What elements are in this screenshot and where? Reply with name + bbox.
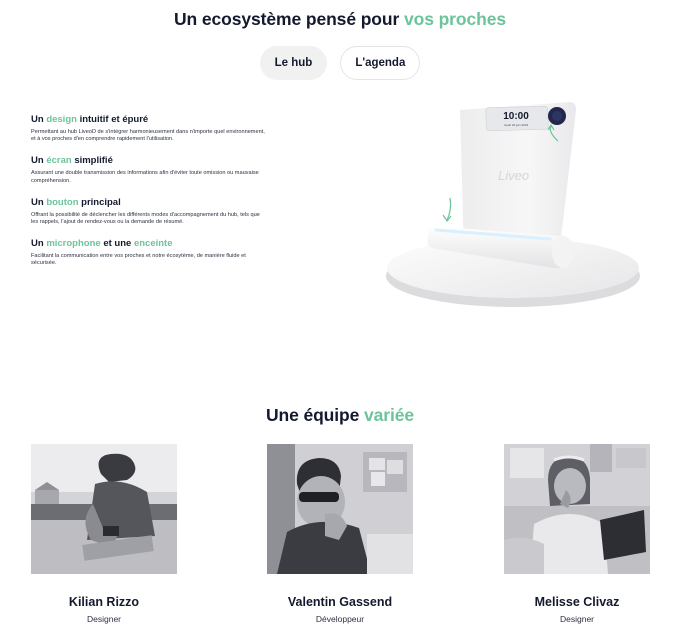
feature-audio: Un microphone et une enceinte Facilitant… bbox=[31, 238, 267, 267]
team-title-accent: variée bbox=[364, 405, 415, 425]
tab-agenda[interactable]: L'agenda bbox=[340, 46, 421, 80]
member-photo bbox=[504, 444, 650, 574]
team-member-card: Kilian Rizzo Designer bbox=[31, 444, 177, 624]
member-name: Valentin Gassend bbox=[287, 595, 393, 609]
hub-screen-time: 10:00 bbox=[503, 111, 529, 122]
heading-accent: microphone bbox=[46, 238, 101, 250]
hub-main-button-inner bbox=[552, 111, 562, 121]
feature-design: Un design intuitif et épuré Permettant a… bbox=[31, 114, 267, 143]
ecosystem-title-accent: vos proches bbox=[403, 9, 506, 29]
heading-suffix: intuitif et épuré bbox=[79, 114, 149, 125]
member-name: Melisse Clivaz bbox=[534, 595, 620, 609]
ecosystem-title: Un ecosystème pensé pour vos proches bbox=[0, 9, 680, 30]
member-name: Kilian Rizzo bbox=[68, 595, 140, 609]
heading-suffix: simplifié bbox=[74, 155, 113, 167]
feature-list: Un design intuitif et épuré Permettant a… bbox=[31, 114, 267, 280]
member-photo bbox=[267, 444, 413, 574]
feature-description: Assurant une double transmission des inf… bbox=[31, 170, 259, 184]
heading-suffix: principal bbox=[81, 196, 121, 208]
feature-heading: Un microphone et une enceinte bbox=[31, 238, 267, 250]
feature-description: Offrant la possibilité de déclencher les… bbox=[31, 211, 260, 226]
hub-device-illustration: 10:00 Jeudi 22 juin 2023 Liveo bbox=[386, 102, 640, 307]
heading-accent: design bbox=[46, 114, 77, 125]
heading-prefix: Un bbox=[31, 238, 44, 250]
member-role: Développeur bbox=[315, 614, 365, 624]
tab-le-hub[interactable]: Le hub bbox=[259, 46, 328, 80]
feature-button: Un bouton principal Offrant la possibili… bbox=[31, 197, 267, 226]
heading-prefix: Un bbox=[31, 114, 44, 125]
team-title: Une équipe variée bbox=[0, 405, 680, 426]
heading-prefix: Un bbox=[31, 155, 44, 167]
heading-prefix: Un bbox=[31, 196, 44, 208]
hub-tray-end bbox=[552, 236, 574, 268]
ecosystem-title-main: Un ecosystème pensé pour bbox=[174, 9, 400, 29]
product-tabs: Le hub L'agenda bbox=[0, 46, 680, 80]
feature-screen: Un écran simplifié Assurant une double t… bbox=[31, 155, 267, 184]
feature-heading: Un écran simplifié bbox=[31, 155, 267, 167]
feature-heading: Un bouton principal bbox=[31, 197, 267, 209]
arrow-down-head-icon bbox=[442, 214, 452, 223]
heading-accent: bouton bbox=[46, 196, 79, 208]
hub-brand: Liveo bbox=[498, 168, 529, 183]
member-role: Designer bbox=[86, 614, 122, 624]
feature-description: Facilitant la communication entre vos pr… bbox=[31, 253, 246, 267]
team-title-main: Une équipe bbox=[265, 405, 360, 425]
member-photo bbox=[31, 444, 177, 574]
feature-heading: Un design intuitif et épuré bbox=[31, 114, 267, 126]
team-member-card: Valentin Gassend Développeur bbox=[267, 444, 413, 624]
team-member-card: Melisse Clivaz Designer bbox=[504, 444, 650, 624]
member-role: Designer bbox=[559, 614, 595, 624]
heading-accent: écran bbox=[46, 155, 72, 167]
hub-screen-date: Jeudi 22 juin 2023 bbox=[504, 123, 529, 127]
feature-description: Permettant au hub LiveoD de s'intégrer h… bbox=[31, 129, 265, 143]
heading-middle: et une bbox=[103, 238, 132, 250]
heading-accent-2: enceinte bbox=[133, 238, 173, 250]
